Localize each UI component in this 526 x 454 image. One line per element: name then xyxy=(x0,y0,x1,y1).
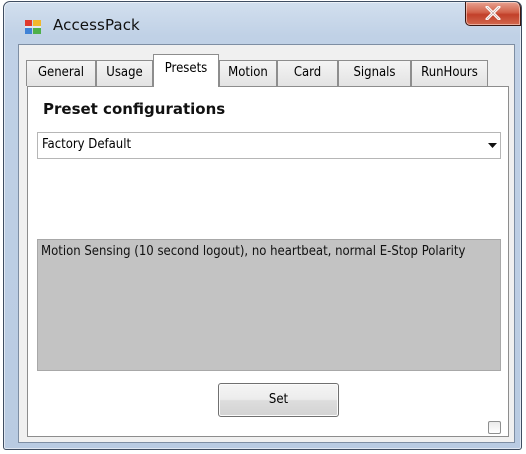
tab-runhours[interactable]: RunHours xyxy=(411,60,488,86)
tab-motion[interactable]: Motion xyxy=(219,60,277,86)
client-area: General Usage Presets Motion Card Signal… xyxy=(18,44,515,443)
set-button[interactable]: Set xyxy=(218,383,339,417)
presets-panel: Preset configurations Factory Default Mo… xyxy=(27,86,509,437)
app-icon xyxy=(25,19,41,35)
tab-card[interactable]: Card xyxy=(277,60,338,86)
close-button[interactable] xyxy=(465,2,521,26)
app-window: AccessPack General Usage Presets Motion … xyxy=(3,1,522,450)
preset-description: Motion Sensing (10 second logout), no he… xyxy=(37,239,501,371)
tab-signals[interactable]: Signals xyxy=(338,60,411,86)
options-checkbox[interactable] xyxy=(488,421,501,434)
preset-selected-value: Factory Default xyxy=(42,137,132,152)
tab-presets[interactable]: Presets xyxy=(153,54,219,87)
tab-usage[interactable]: Usage xyxy=(96,60,153,86)
preset-dropdown[interactable]: Factory Default xyxy=(37,132,501,159)
preset-heading: Preset configurations xyxy=(43,100,226,118)
window-title: AccessPack xyxy=(53,16,140,34)
chevron-down-icon xyxy=(488,143,497,148)
tab-general[interactable]: General xyxy=(26,60,96,86)
close-icon xyxy=(485,6,501,20)
